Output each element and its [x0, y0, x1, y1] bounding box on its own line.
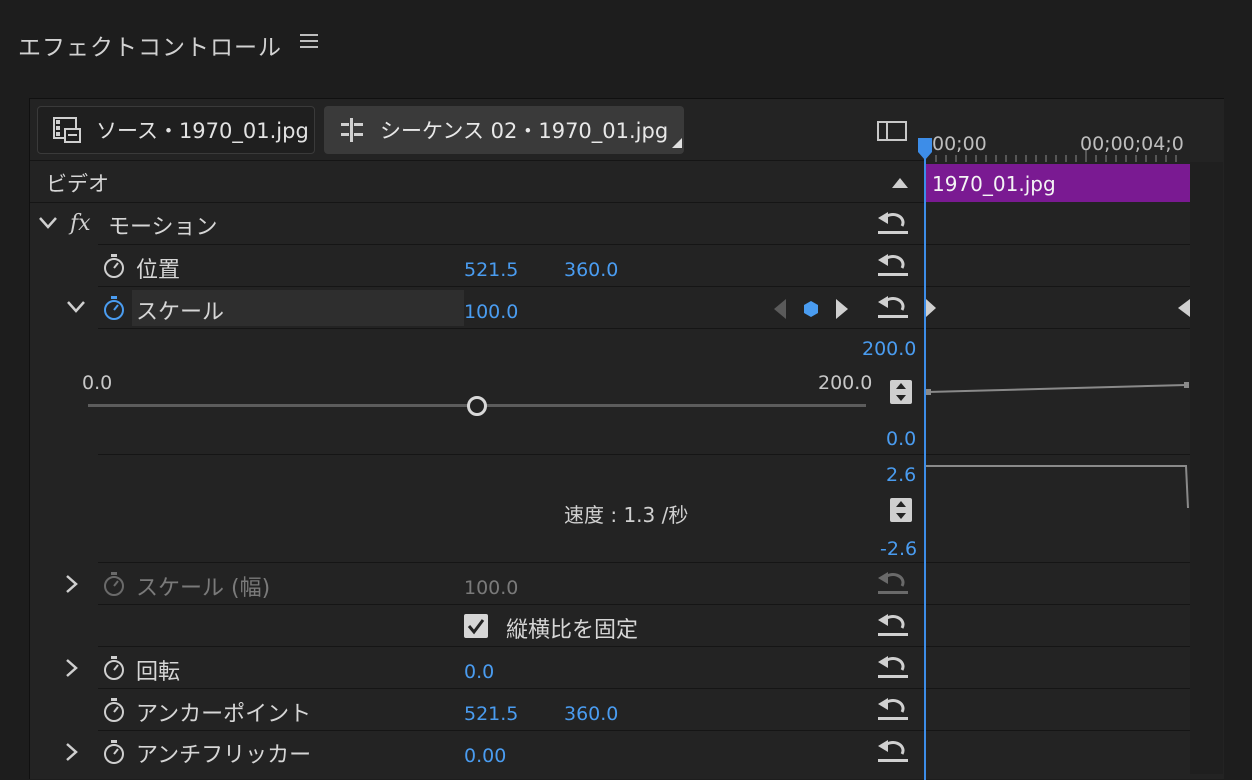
chevron-right-icon[interactable]: [64, 658, 78, 678]
scale-width-label: スケール (幅): [136, 576, 271, 601]
panel-toggle-icon[interactable]: [876, 120, 908, 142]
playhead[interactable]: [924, 140, 926, 780]
velocity-graph[interactable]: [926, 462, 1190, 512]
stopwatch-icon[interactable]: [102, 697, 126, 723]
tab-sequence-label: シーケンス 02・1970_01.jpg: [380, 119, 669, 143]
effect-name: モーション: [108, 215, 218, 240]
rotation-value[interactable]: 0.0: [464, 661, 494, 683]
time-ruler[interactable]: [926, 150, 1190, 162]
prev-keyframe-icon[interactable]: [774, 299, 786, 319]
reset-icon[interactable]: [876, 696, 910, 722]
position-x-value[interactable]: 521.5: [464, 259, 518, 281]
position-label: 位置: [136, 258, 181, 283]
collapse-up-icon[interactable]: [892, 178, 908, 188]
scale-label: スケール: [136, 300, 225, 325]
scale-value[interactable]: 100.0: [464, 301, 518, 323]
timeline-clip[interactable]: 1970_01.jpg: [926, 164, 1190, 202]
velocity-text: 速度 : 1.3 /秒: [564, 503, 689, 527]
scale-width-value: 100.0: [464, 577, 519, 599]
uniform-scale-label: 縦横比を固定: [506, 618, 639, 643]
graph-bottom-value: 0.0: [886, 428, 917, 450]
scale-height-icon[interactable]: [890, 498, 912, 522]
uniform-scale-checkbox[interactable]: [464, 614, 488, 638]
value-graph[interactable]: [926, 380, 1190, 400]
slider-max-label: 200.0: [818, 372, 873, 394]
keyframe-marker-icon[interactable]: [926, 299, 936, 317]
anchor-x-value[interactable]: 521.5: [464, 703, 518, 725]
reset-icon[interactable]: [876, 252, 910, 278]
scrollbar[interactable]: [1190, 162, 1223, 774]
rotation-label: 回転: [136, 660, 181, 685]
reset-icon[interactable]: [876, 738, 910, 764]
chevron-right-icon[interactable]: [64, 574, 78, 594]
chevron-down-icon[interactable]: [66, 300, 86, 314]
velocity-top-value: 2.6: [886, 464, 917, 486]
reset-icon[interactable]: [876, 612, 910, 638]
stopwatch-icon[interactable]: [102, 739, 126, 765]
chevron-right-icon[interactable]: [64, 742, 78, 762]
playhead-handle-icon[interactable]: [918, 138, 932, 160]
graph-top-value: 200.0: [862, 338, 917, 360]
reset-icon[interactable]: [876, 654, 910, 680]
keyframe-marker-icon[interactable]: [1176, 299, 1190, 317]
fx-badge: fx: [70, 211, 91, 236]
video-section-label: ビデオ: [46, 172, 109, 196]
reset-icon[interactable]: [876, 294, 910, 320]
next-keyframe-icon[interactable]: [836, 299, 848, 319]
slider-min-label: 0.0: [82, 372, 113, 394]
panel-title: エフェクトコントロール: [18, 35, 282, 61]
tab-sequence[interactable]: シーケンス 02・1970_01.jpg: [324, 106, 684, 154]
anti-flicker-label: アンチフリッカー: [136, 743, 312, 768]
reset-icon[interactable]: [876, 210, 910, 236]
scale-height-icon[interactable]: [890, 380, 912, 404]
stopwatch-icon[interactable]: [102, 253, 126, 279]
tab-source-label: ソース・1970_01.jpg: [96, 119, 309, 143]
anchor-y-value[interactable]: 360.0: [564, 703, 618, 725]
dropdown-corner-icon[interactable]: [672, 138, 683, 148]
reset-icon: [878, 572, 908, 594]
stopwatch-icon[interactable]: [102, 655, 126, 681]
anti-flicker-value[interactable]: 0.00: [464, 745, 506, 767]
stopwatch-active-icon[interactable]: [102, 295, 126, 321]
tab-source[interactable]: ソース・1970_01.jpg: [37, 106, 315, 154]
add-keyframe-icon[interactable]: [802, 300, 820, 318]
scale-slider-handle[interactable]: [467, 396, 487, 416]
sequence-icon: [341, 118, 363, 142]
position-y-value[interactable]: 360.0: [564, 259, 618, 281]
stopwatch-icon: [104, 572, 124, 596]
chevron-down-icon[interactable]: [38, 216, 58, 230]
film-clip-icon: [53, 117, 81, 143]
anchor-label: アンカーポイント: [136, 702, 312, 727]
panel-menu-icon[interactable]: [300, 34, 318, 50]
velocity-bottom-value: -2.6: [880, 538, 918, 560]
